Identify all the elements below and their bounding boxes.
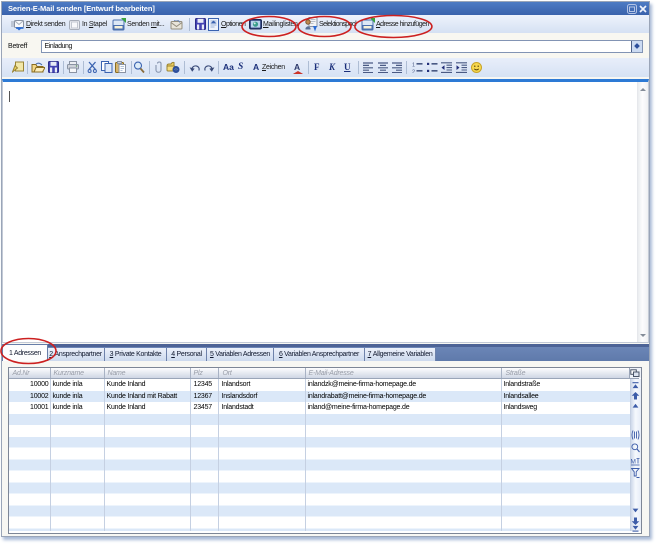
svg-text:M: M <box>631 459 636 466</box>
svg-text:2: 2 <box>412 70 415 74</box>
svg-text:1: 1 <box>412 63 415 69</box>
